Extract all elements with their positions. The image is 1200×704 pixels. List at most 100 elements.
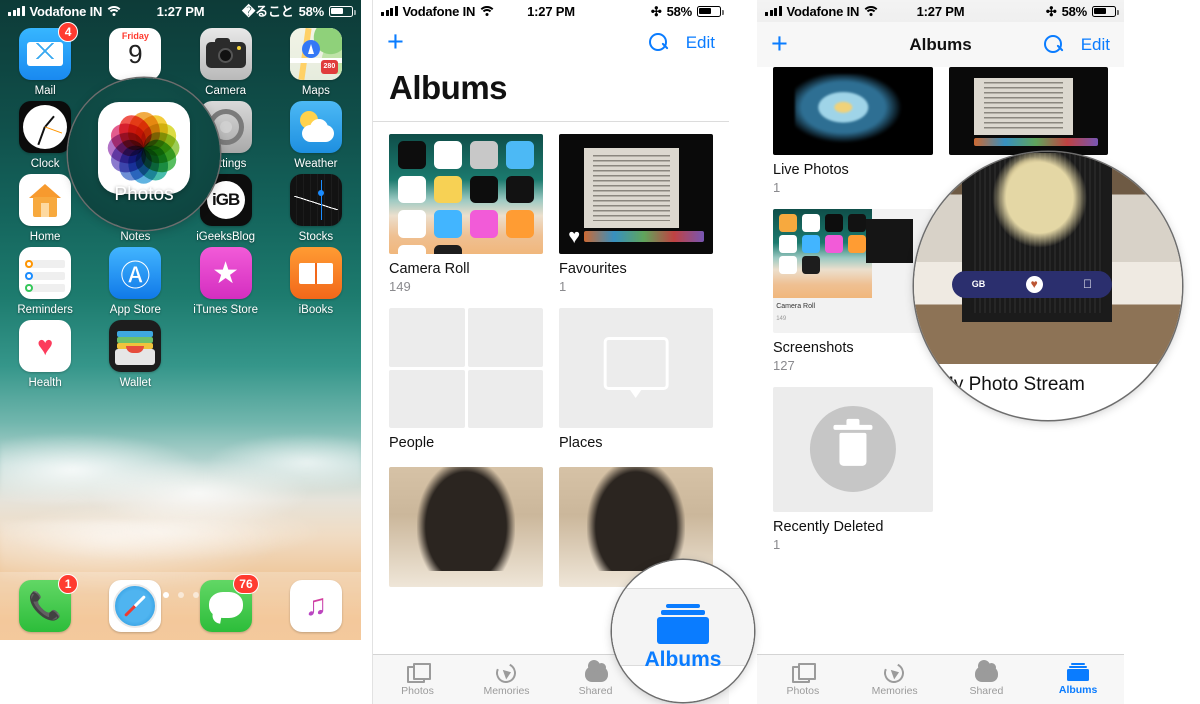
tab-photos[interactable]: Photos [373, 662, 462, 697]
nav-bar: + Edit [373, 22, 729, 65]
places-map-thumb [559, 308, 713, 429]
weather-icon [289, 101, 342, 153]
edit-button[interactable]: Edit [1081, 35, 1110, 55]
app-label: Home [29, 231, 61, 243]
nav-right-actions: Edit [1043, 35, 1110, 55]
album-item-places[interactable]: Places [559, 308, 713, 453]
tab-label: Memories [483, 684, 530, 697]
app-label: Reminders [17, 304, 73, 316]
photos-flower-glyph [105, 109, 183, 187]
status-bar: Vodafone IN 1:27 PM ✣ 58% [373, 0, 729, 22]
album-item-people[interactable]: People [389, 308, 543, 453]
search-icon[interactable] [648, 33, 668, 52]
magnified-album-name: My Photo Stream [938, 374, 1085, 395]
app-camera[interactable]: Camera [181, 24, 271, 97]
app-mail[interactable]: 4 Mail [0, 22, 90, 97]
shared-tab-icon [584, 659, 608, 682]
albums-tab-icon [1067, 663, 1090, 681]
dock-item-messages[interactable]: 76 [181, 574, 271, 632]
magnifier-content: Albums [612, 560, 754, 702]
edit-button[interactable]: Edit [686, 33, 715, 53]
dock: 📞 1 76 ♫ [0, 572, 361, 640]
app-label: iBooks [298, 304, 334, 316]
app-ibooks[interactable]: iBooks [271, 243, 361, 316]
tab-shared[interactable]: Shared [941, 659, 1033, 697]
magnified-album-count: 3 [938, 400, 947, 417]
album-count: 1 [773, 536, 781, 552]
tab-label: Photos [401, 684, 434, 697]
status-right: ✣ 58% [1046, 4, 1124, 19]
app-label: Clock [30, 158, 60, 170]
dock-item-phone[interactable]: 📞 1 [0, 574, 90, 632]
app-reminders[interactable]: Reminders [0, 243, 90, 316]
albums-tab-icon-magnified [657, 604, 709, 644]
album-item-camera-roll[interactable]: Camera Roll 149 [389, 134, 543, 294]
status-right: ✣ 58% [651, 4, 729, 19]
health-icon: ♥ [19, 320, 72, 372]
trash-icon [833, 418, 873, 466]
app-app-store[interactable]: Ⓐ App Store [90, 243, 180, 316]
tab-albums[interactable]: Albums [1032, 663, 1124, 696]
tab-photos[interactable]: Photos [757, 662, 849, 697]
battery-percent-label: 58% [298, 3, 325, 19]
tab-memories[interactable]: Memories [849, 659, 941, 697]
app-label: iTunes Store [193, 304, 259, 316]
app-wallet[interactable]: Wallet [90, 316, 180, 389]
signal-bars-icon [8, 6, 25, 16]
magnifier-photos-app-icon: Photos [68, 78, 220, 230]
clock-icon [19, 101, 72, 153]
framed-portrait-magnified: GB ♥  [914, 152, 1182, 364]
camera-roll-thumb: Camera Roll 149 [773, 208, 933, 334]
desk-photo-thumb [948, 67, 1108, 155]
dock-item-music[interactable]: ♫ [271, 580, 361, 632]
bluetooth-icon: ✣ [1045, 3, 1057, 19]
app-label: Camera [205, 85, 247, 97]
photos-tab-icon [791, 662, 816, 683]
album-item-partial-1[interactable] [389, 467, 543, 588]
app-label: Health [28, 377, 62, 389]
tab-label: Albums [1058, 684, 1098, 696]
ibooks-icon [289, 247, 342, 299]
status-left: Vodafone IN [373, 4, 494, 19]
app-store-icon: Ⓐ [109, 247, 162, 299]
album-item-screenshots[interactable]: Camera Roll 149 Screenshots 127 [773, 208, 933, 373]
add-album-button[interactable]: + [387, 28, 404, 57]
status-left: Vodafone IN [757, 4, 878, 19]
app-row-4: Reminders Ⓐ App Store ★ iTunes Store iBo… [0, 243, 361, 316]
magnified-app-label: Photos [114, 184, 174, 205]
app-itunes-store[interactable]: ★ iTunes Store [181, 243, 271, 316]
app-label: App Store [109, 304, 161, 316]
nav-bar-compact: + Albums Edit [757, 22, 1124, 67]
app-weather[interactable]: Weather [271, 97, 361, 170]
reminders-icon [19, 247, 72, 299]
battery-icon [1092, 5, 1119, 17]
logo-pill: GB ♥  [951, 270, 1113, 299]
desk-photo-thumb: ♥ [559, 134, 713, 255]
album-count: 1 [773, 179, 781, 195]
album-item-favourites[interactable]: ♥ Favourites 1 [559, 134, 713, 294]
album-item-recently-deleted[interactable]: Recently Deleted 1 [773, 387, 933, 552]
app-stocks[interactable]: Stocks [271, 170, 361, 243]
nested-album-count: 149 [776, 315, 787, 322]
battery-icon [329, 5, 356, 17]
dock-item-safari[interactable] [90, 580, 180, 632]
app-maps[interactable]: 280 Maps [271, 24, 361, 97]
app-label: Mail [34, 85, 56, 97]
safari-icon [109, 580, 162, 632]
messages-badge: 76 [233, 574, 259, 594]
signal-bars-icon [381, 6, 398, 16]
signal-bars-icon [765, 6, 782, 16]
app-label: Stocks [298, 231, 334, 243]
carrier-label: Vodafone IN [786, 3, 860, 19]
people-placeholder-thumb [389, 308, 543, 429]
album-name: Live Photos [773, 161, 849, 178]
app-row-1: 4 Mail Friday 9 Calendar [0, 22, 361, 97]
album-item-live-photos[interactable]: Live Photos 1 [773, 67, 933, 195]
battery-percent-label: 58% [666, 3, 693, 19]
wifi-icon [107, 6, 121, 17]
app-health[interactable]: ♥ Health [0, 316, 90, 389]
tab-label: Photos [786, 684, 820, 697]
carrier-label: Vodafone IN [29, 3, 103, 19]
tab-memories[interactable]: Memories [462, 659, 551, 697]
search-icon[interactable] [1043, 35, 1063, 54]
